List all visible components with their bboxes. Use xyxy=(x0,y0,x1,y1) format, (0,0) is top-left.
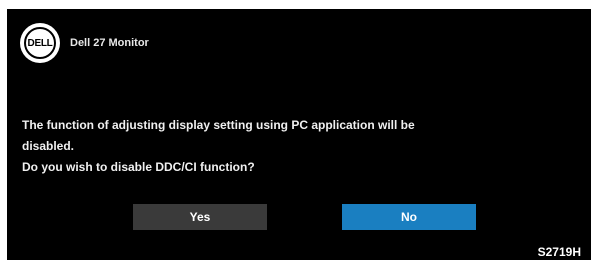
model-label: S2719H xyxy=(537,245,581,259)
header: DELL Dell 27 Monitor xyxy=(7,15,591,63)
yes-button[interactable]: Yes xyxy=(133,204,267,230)
message-line-3: Do you wish to disable DDC/CI function? xyxy=(22,160,255,174)
dell-logo-icon: DELL xyxy=(20,23,60,63)
osd-dialog: DELL Dell 27 Monitor The function of adj… xyxy=(7,7,591,260)
message-line-2: disabled. xyxy=(22,139,75,153)
message-line-1: The function of adjusting display settin… xyxy=(22,118,415,132)
top-divider xyxy=(7,7,591,9)
logo-text: DELL xyxy=(24,27,56,59)
dialog-message: The function of adjusting display settin… xyxy=(22,115,582,178)
no-button[interactable]: No xyxy=(342,204,476,230)
monitor-title: Dell 27 Monitor xyxy=(70,37,149,49)
